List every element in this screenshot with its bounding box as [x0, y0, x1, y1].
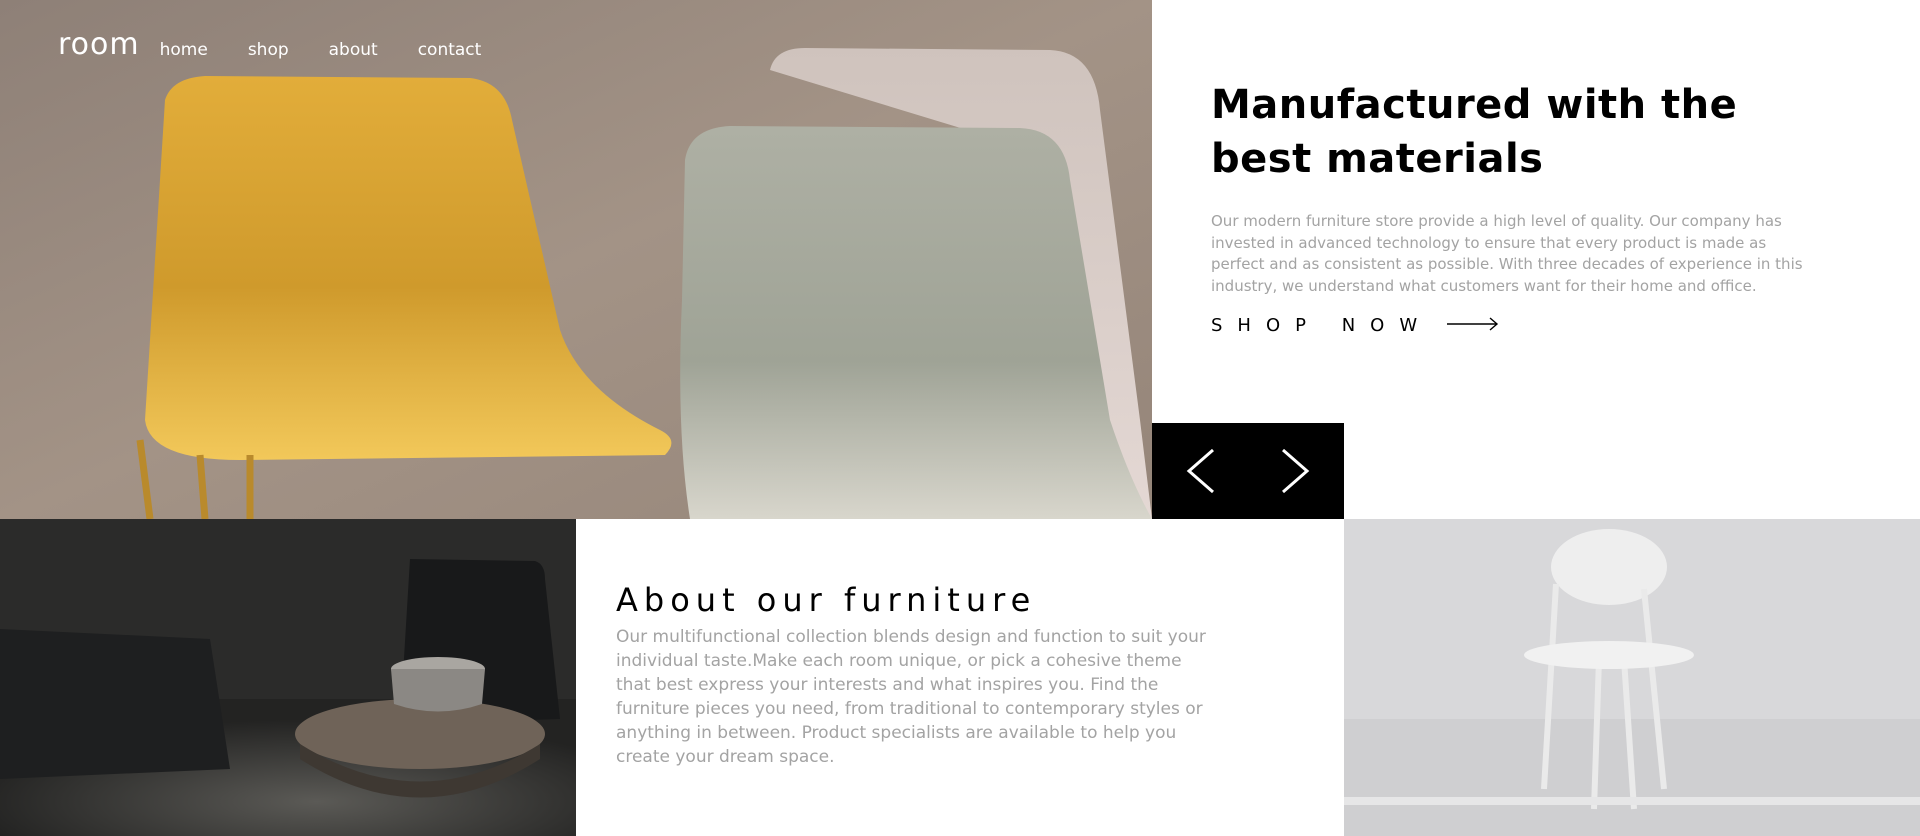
arrow-right-icon: [1447, 316, 1499, 335]
about-section: About our furniture Our multifunctional …: [0, 519, 1920, 836]
about-title: About our furniture: [616, 581, 1037, 619]
hero-description: Our modern furniture store provide a hig…: [1211, 212, 1803, 295]
chevron-right-icon: [1282, 448, 1310, 494]
shop-now-button[interactable]: SHOP NOW: [1211, 315, 1821, 336]
hero-content: Manufactured with the best materials Our…: [1211, 78, 1821, 336]
chevron-left-icon: [1186, 448, 1214, 494]
nav-link-home[interactable]: home: [160, 42, 208, 59]
about-image-white-chair: [1344, 519, 1920, 836]
slider-controls: [1152, 423, 1344, 519]
nav-links: home shop about contact: [160, 42, 482, 60]
about-description: Our multifunctional collection blends de…: [616, 627, 1206, 767]
dark-room-illustration: [0, 519, 576, 836]
white-chair-illustration: [1344, 519, 1920, 836]
hero-photo-illustration: [0, 0, 1152, 519]
about-image-dark-room: [0, 519, 576, 836]
hero-section: room home shop about contact Manufacture…: [0, 0, 1920, 519]
hero-title: Manufactured with the best materials: [1211, 82, 1738, 182]
shop-now-label: SHOP NOW: [1211, 315, 1433, 336]
nav-link-contact[interactable]: contact: [418, 42, 482, 59]
about-content: About our furniture Our multifunctional …: [616, 581, 1216, 769]
logo[interactable]: room: [58, 30, 140, 60]
nav-link-about[interactable]: about: [329, 42, 378, 59]
hero-image-chairs: room home shop about contact: [0, 0, 1152, 519]
main-nav: room home shop about contact: [58, 30, 481, 60]
slider-prev-button[interactable]: [1152, 423, 1248, 519]
nav-link-shop[interactable]: shop: [248, 42, 289, 59]
slider-next-button[interactable]: [1248, 423, 1344, 519]
